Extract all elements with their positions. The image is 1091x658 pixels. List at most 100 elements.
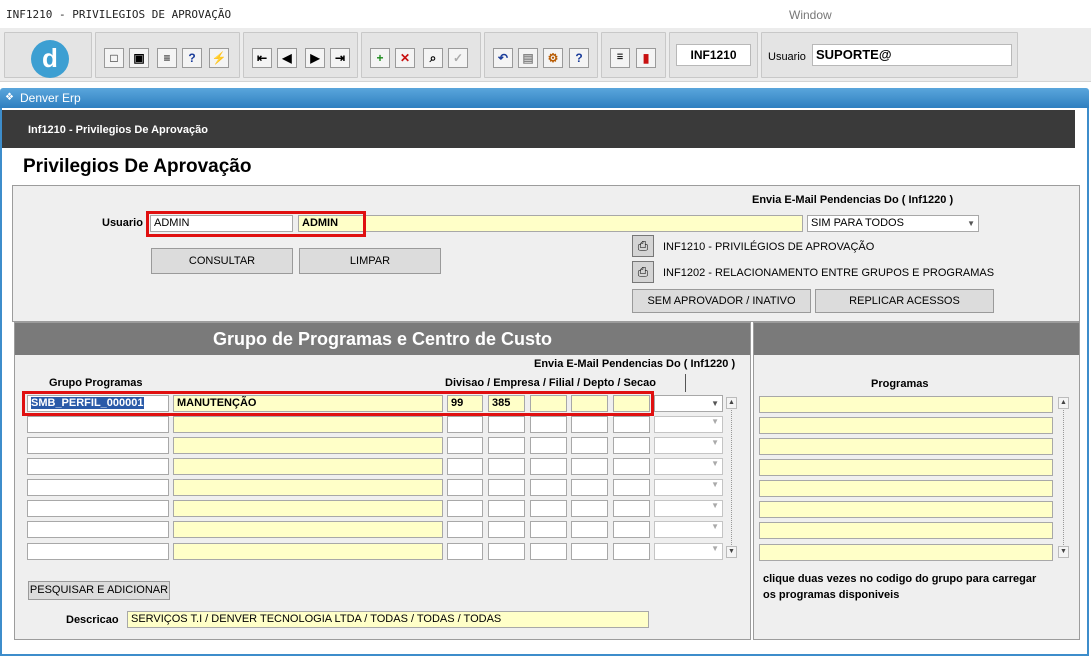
divisao-field[interactable] [447, 458, 483, 475]
group-code-field[interactable] [27, 543, 169, 560]
group-name-field[interactable] [173, 437, 443, 454]
limpar-button[interactable]: LIMPAR [299, 248, 441, 274]
filial-field[interactable] [530, 521, 567, 538]
group-email-select[interactable]: ▼ [654, 543, 723, 560]
first-record-icon[interactable]: ⇤ [252, 48, 272, 68]
divisao-field[interactable] [447, 521, 483, 538]
group-email-select[interactable]: ▼ [654, 479, 723, 496]
filial-field[interactable] [530, 479, 567, 496]
execute-query-icon[interactable]: ⚡ [209, 48, 229, 68]
secao-field[interactable] [613, 521, 650, 538]
depto-field[interactable] [571, 521, 608, 538]
previous-record-icon[interactable]: ◀ [277, 48, 297, 68]
usuario-name-field[interactable]: ADMIN [298, 215, 803, 232]
divisao-field[interactable] [447, 543, 483, 560]
filial-field[interactable] [530, 458, 567, 475]
empresa-field[interactable] [488, 521, 525, 538]
group-name-field[interactable] [173, 416, 443, 433]
search-icon[interactable]: ⌕ [423, 48, 443, 68]
empresa-field[interactable] [488, 458, 525, 475]
program-field[interactable] [759, 544, 1053, 561]
group-email-select[interactable]: ▼ [654, 500, 723, 517]
settings-icon[interactable]: ⚙ [543, 48, 563, 68]
secao-field[interactable] [613, 543, 650, 560]
group-name-field[interactable] [173, 458, 443, 475]
empresa-field[interactable] [488, 543, 525, 560]
window-titlebar[interactable]: ❖ Denver Erp [0, 88, 1089, 108]
divisao-field[interactable] [447, 416, 483, 433]
window-icon[interactable]: ▣ [129, 48, 149, 68]
empresa-field[interactable] [488, 437, 525, 454]
scrollbar-track[interactable] [731, 410, 732, 545]
sem-aprovador-button[interactable]: SEM APROVADOR / INATIVO [632, 289, 811, 313]
empresa-field[interactable] [488, 500, 525, 517]
group-email-select[interactable]: ▼ [654, 521, 723, 538]
secao-field[interactable] [613, 479, 650, 496]
program-field[interactable] [759, 522, 1053, 539]
replicar-acessos-button[interactable]: REPLICAR ACESSOS [815, 289, 994, 313]
group-email-select[interactable]: ▼ [654, 437, 723, 454]
empresa-field[interactable] [488, 479, 525, 496]
secao-field[interactable] [613, 500, 650, 517]
program-field[interactable] [759, 438, 1053, 455]
email-option-select[interactable]: SIM PARA TODOS ▼ [807, 215, 979, 232]
program-field[interactable] [759, 417, 1053, 434]
help-icon[interactable]: ? [569, 48, 589, 68]
filial-field[interactable] [530, 500, 567, 517]
group-code-field[interactable] [27, 479, 169, 496]
clipboard-icon[interactable]: ▤ [518, 48, 538, 68]
divisao-field[interactable] [447, 437, 483, 454]
group-code-field[interactable] [27, 416, 169, 433]
group-code-field[interactable] [27, 500, 169, 517]
program-field[interactable] [759, 459, 1053, 476]
group-name-field[interactable] [173, 500, 443, 517]
divisao-field[interactable] [447, 500, 483, 517]
depto-field[interactable] [571, 437, 608, 454]
secao-field[interactable] [613, 458, 650, 475]
program-field[interactable] [759, 396, 1053, 413]
group-email-select[interactable]: ▼ [654, 458, 723, 475]
program-field[interactable] [759, 480, 1053, 497]
filial-field[interactable] [530, 543, 567, 560]
report-inf1210-link[interactable]: INF1210 - PRIVILÉGIOS DE APROVAÇÃO [663, 241, 874, 253]
group-name-field[interactable] [173, 543, 443, 560]
save-icon[interactable]: □ [104, 48, 124, 68]
print-icon[interactable]: ≡ [157, 48, 177, 68]
report-inf1202-link[interactable]: INF1202 - RELACIONAMENTO ENTRE GRUPOS E … [663, 267, 994, 279]
query-icon[interactable]: ? [182, 48, 202, 68]
group-code-field[interactable] [27, 437, 169, 454]
exit-icon[interactable]: ▮ [636, 48, 656, 68]
scrollbar-track[interactable] [1063, 410, 1064, 545]
consultar-button[interactable]: CONSULTAR [151, 248, 293, 274]
divisao-field[interactable] [447, 479, 483, 496]
clear-icon[interactable]: ✓ [448, 48, 468, 68]
secao-field[interactable] [613, 437, 650, 454]
printer-icon[interactable]: ⎙ [632, 261, 654, 283]
group-email-select[interactable]: ▼ [654, 416, 723, 433]
last-record-icon[interactable]: ⇥ [330, 48, 350, 68]
add-record-icon[interactable]: + [370, 48, 390, 68]
filial-field[interactable] [530, 416, 567, 433]
descricao-field[interactable]: SERVIÇOS T.I / DENVER TECNOLOGIA LTDA / … [127, 611, 649, 628]
scroll-down-icon[interactable]: ▼ [1058, 546, 1069, 558]
group-code-field[interactable] [27, 458, 169, 475]
menu-icon[interactable]: ☰ [610, 48, 630, 68]
program-field[interactable] [759, 501, 1053, 518]
window-menu[interactable]: Window [789, 8, 832, 22]
toolbar-user-field[interactable]: SUPORTE@ [812, 44, 1012, 66]
depto-field[interactable] [571, 416, 608, 433]
empresa-field[interactable] [488, 416, 525, 433]
undo-icon[interactable]: ↶ [493, 48, 513, 68]
pesquisar-adicionar-button[interactable]: PESQUISAR E ADICIONAR [28, 581, 170, 600]
group-name-field[interactable] [173, 521, 443, 538]
scroll-up-icon[interactable]: ▲ [1058, 397, 1069, 409]
delete-record-icon[interactable]: ✕ [395, 48, 415, 68]
secao-field[interactable] [613, 416, 650, 433]
group-email-select[interactable]: ▼ [654, 395, 723, 412]
scroll-down-icon[interactable]: ▼ [726, 546, 737, 558]
group-code-field[interactable] [27, 521, 169, 538]
depto-field[interactable] [571, 543, 608, 560]
depto-field[interactable] [571, 479, 608, 496]
depto-field[interactable] [571, 458, 608, 475]
scroll-up-icon[interactable]: ▲ [726, 397, 737, 409]
